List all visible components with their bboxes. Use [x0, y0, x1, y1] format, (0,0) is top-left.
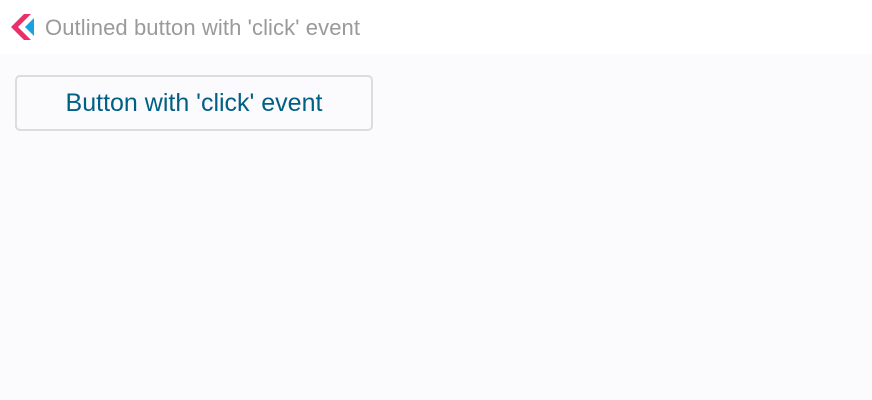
page-title: Outlined button with 'click' event [45, 15, 361, 40]
app-logo-icon [11, 14, 35, 40]
click-event-button[interactable]: Button with 'click' event [15, 75, 373, 131]
demo-content: Button with 'click' event [0, 54, 872, 400]
page-header: Outlined button with 'click' event [0, 0, 872, 54]
